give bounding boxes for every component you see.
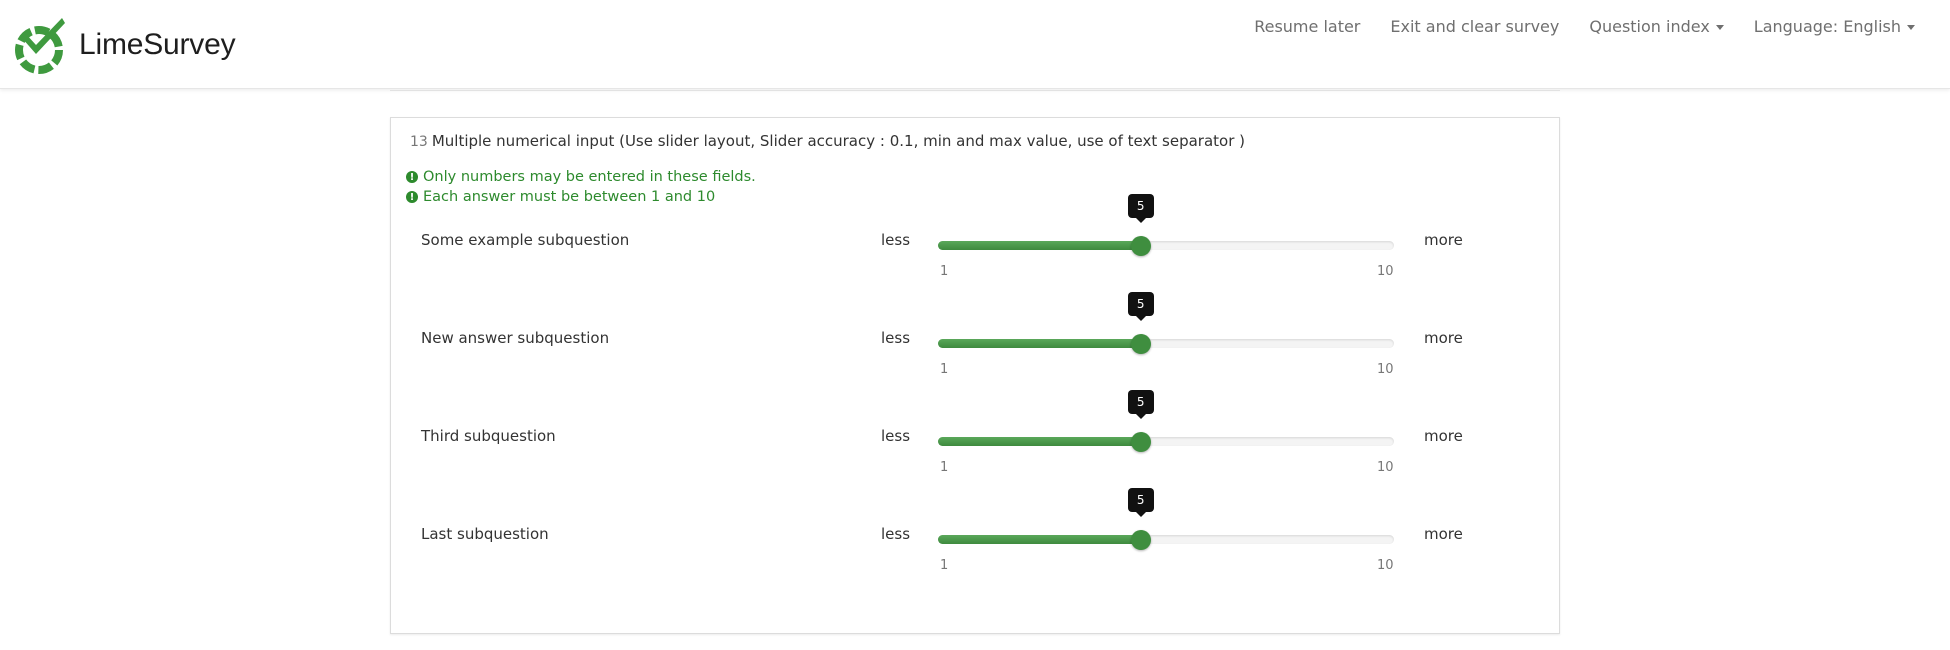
slider-handle[interactable] [1130, 530, 1151, 550]
subquestion-row: New answer subquestion less 5 more 1 10 [391, 292, 1559, 407]
question-card: 13 Multiple numerical input (Use slider l… [390, 117, 1560, 634]
exit-clear-survey-label: Exit and clear survey [1390, 16, 1560, 36]
slider-track[interactable]: 5 [938, 194, 1394, 256]
slider-fill [938, 339, 1141, 348]
slider-left-text: less [881, 525, 911, 543]
tip-numbers-only: ! Only numbers may be entered in these f… [406, 167, 756, 187]
previous-question-edge [390, 88, 1560, 91]
caret-down-icon [1907, 24, 1915, 30]
slider-fill [938, 535, 1141, 544]
slider-handle[interactable] [1130, 334, 1151, 354]
exclamation-circle-icon: ! [406, 191, 418, 203]
slider-max-label: 10 [1377, 558, 1394, 573]
top-navbar: LimeSurvey Resume later Exit and clear s… [0, 0, 1950, 89]
question-title: 13 Multiple numerical input (Use slider l… [410, 132, 1245, 150]
question-index-dropdown[interactable]: Question index [1574, 17, 1738, 36]
caret-down-icon [1715, 24, 1724, 30]
slider-handle[interactable] [1130, 432, 1151, 452]
question-index-label: Question index [1589, 16, 1710, 36]
subquestion-row: Some example subquestion less 5 more 1 1… [391, 194, 1559, 309]
subquestion-label: New answer subquestion [421, 329, 610, 347]
slider-fill [938, 241, 1141, 250]
exit-clear-survey-link[interactable]: Exit and clear survey [1375, 17, 1574, 36]
slider-value-tooltip: 5 [1127, 292, 1154, 321]
language-label: Language: English [1753, 16, 1901, 36]
slider-value-tooltip: 5 [1127, 390, 1154, 419]
slider-right-text: more [1424, 329, 1463, 347]
slider-left-text: less [881, 231, 911, 249]
brand-logo-link[interactable]: LimeSurvey [12, 14, 236, 76]
slider-fill [938, 437, 1141, 446]
slider-right-text: more [1424, 231, 1463, 249]
slider-track[interactable]: 5 [938, 390, 1394, 452]
slider-value-tooltip: 5 [1127, 488, 1154, 517]
limesurvey-logo-icon [15, 18, 65, 74]
slider-left-text: less [881, 329, 911, 347]
slider-value-tooltip: 5 [1127, 194, 1154, 223]
slider-min-label: 1 [940, 362, 949, 377]
slider-right-text: more [1424, 525, 1463, 543]
slider-min-label: 1 [940, 460, 949, 475]
question-text: Multiple numerical input (Use slider lay… [431, 132, 1245, 150]
question-help-tips: ! Only numbers may be entered in these f… [406, 167, 756, 207]
tip-text: Each answer must be between 1 and 10 [423, 189, 716, 205]
resume-later-link[interactable]: Resume later [1239, 17, 1375, 36]
question-number: 13 [410, 134, 428, 150]
slider-track[interactable]: 5 [938, 292, 1394, 354]
subquestion-label: Some example subquestion [421, 231, 630, 249]
subquestion-row: Third subquestion less 5 more 1 10 [391, 390, 1559, 505]
resume-later-label: Resume later [1254, 16, 1361, 36]
slider-track[interactable]: 5 [938, 488, 1394, 550]
tip-range: ! Each answer must be between 1 and 10 [406, 187, 756, 207]
exclamation-circle-icon: ! [406, 171, 418, 183]
subquestion-label: Third subquestion [421, 427, 556, 445]
brand-name: LimeSurvey [79, 28, 236, 61]
subquestion-label: Last subquestion [421, 525, 549, 543]
slider-max-label: 10 [1377, 264, 1394, 279]
language-dropdown[interactable]: Language: English [1739, 17, 1930, 36]
slider-handle[interactable] [1130, 236, 1151, 256]
slider-max-label: 10 [1377, 460, 1394, 475]
slider-left-text: less [881, 427, 911, 445]
subquestion-row: Last subquestion less 5 more 1 10 [391, 488, 1559, 603]
tip-text: Only numbers may be entered in these fie… [423, 169, 756, 185]
slider-min-label: 1 [940, 558, 949, 573]
navbar-menu: Resume later Exit and clear survey Quest… [1239, 0, 1930, 52]
slider-max-label: 10 [1377, 362, 1394, 377]
slider-min-label: 1 [940, 264, 949, 279]
slider-right-text: more [1424, 427, 1463, 445]
